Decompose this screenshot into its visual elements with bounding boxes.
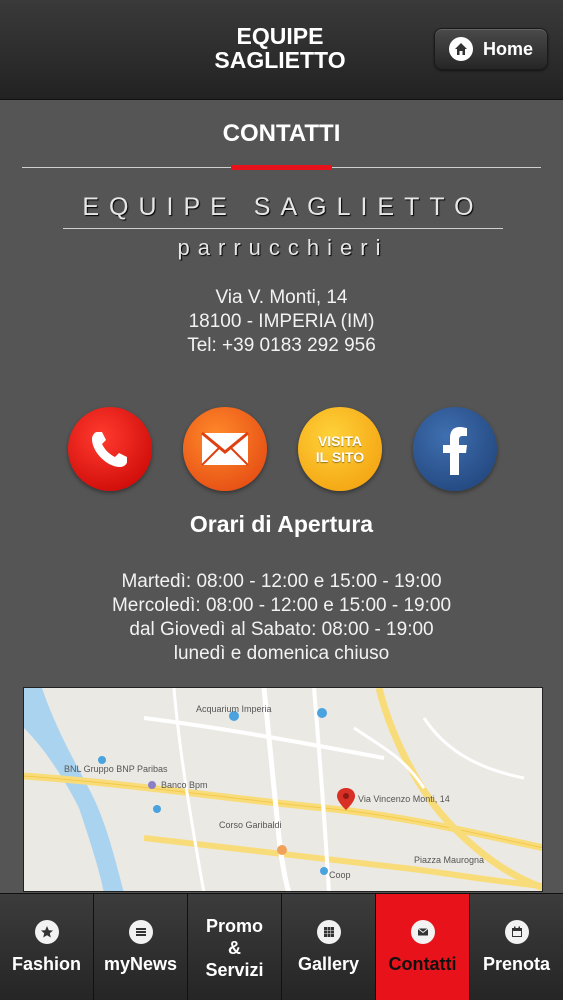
logo-sub-text: parrucchieri [177, 235, 389, 260]
hours-line: lunedì e domenica chiuso [173, 643, 390, 664]
opening-hours: Martedì: 08:00 - 12:00 e 15:00 - 19:00 M… [0, 570, 563, 666]
tab-prenota[interactable]: Prenota [470, 894, 563, 1000]
map-label: BNL Gruppo BNP Paribas [64, 764, 168, 774]
home-icon [448, 37, 473, 61]
calendar-icon [504, 920, 529, 944]
call-button[interactable] [68, 407, 152, 491]
grid-icon [316, 920, 341, 944]
logo-main-text: EQUIPE SAGLIETTO [82, 193, 484, 221]
tab-mynews[interactable]: myNews [94, 894, 188, 1000]
map-label: Corso Garibaldi [219, 820, 282, 830]
mail-icon [410, 920, 435, 944]
map-label: Banco Bpm [161, 780, 208, 790]
address-phone[interactable]: Tel: +39 0183 292 956 [0, 334, 563, 358]
home-button[interactable]: Home [434, 28, 548, 70]
address-city: 18100 - IMPERIA (IM) [188, 311, 375, 332]
map-label: Coop [329, 870, 351, 880]
app-title: EQUIPE SAGLIETTO [214, 23, 346, 73]
tab-gallery[interactable]: Gallery [282, 894, 376, 1000]
home-button-label: Home [482, 38, 533, 59]
list-icon [128, 920, 153, 944]
bottom-tab-bar: Fashion myNews Promo & Servizi Gallery C… [0, 893, 563, 1000]
email-button[interactable] [183, 407, 267, 491]
business-logo: EQUIPE SAGLIETTO parrucchieri [63, 193, 503, 261]
tab-contatti[interactable]: Contatti [376, 894, 470, 1000]
phone-icon [92, 432, 127, 467]
location-map[interactable]: Acquarium Imperia BNL Gruppo BNP Paribas… [23, 687, 543, 892]
opening-hours-title: Orari di Apertura [189, 511, 374, 537]
map-label: Via Vincenzo Monti, 14 [358, 794, 450, 804]
facebook-icon [443, 427, 467, 475]
page-title: CONTATTI [222, 120, 341, 147]
star-icon [34, 920, 59, 944]
hours-line: dal Giovedì al Sabato: 08:00 - 19:00 [129, 619, 434, 640]
address-block: Via V. Monti, 14 18100 - IMPERIA (IM) Te… [0, 286, 563, 358]
logo-divider [63, 228, 503, 229]
map-label: Piazza Maurogna [414, 855, 484, 865]
tab-label: Gallery [297, 954, 360, 974]
title-divider-accent [231, 165, 332, 170]
tab-label: Prenota [482, 954, 551, 974]
tab-label: myNews [103, 954, 178, 974]
map-label: Acquarium Imperia [196, 704, 272, 714]
tab-label: Promo & Servizi [205, 915, 264, 980]
hours-line: Martedì: 08:00 - 12:00 e 15:00 - 19:00 [121, 571, 442, 592]
tab-label: Fashion [11, 954, 81, 974]
tab-promo-servizi[interactable]: Promo & Servizi [188, 894, 282, 1000]
mail-icon [201, 431, 249, 466]
app-header: EQUIPE SAGLIETTO Home [0, 0, 563, 100]
website-button-label: VISITA IL SITO [315, 433, 365, 465]
address-street: Via V. Monti, 14 [215, 287, 348, 308]
website-button[interactable]: VISITA IL SITO [298, 407, 382, 491]
facebook-button[interactable] [413, 407, 497, 491]
tab-fashion[interactable]: Fashion [0, 894, 94, 1000]
tab-label: Contatti [388, 954, 457, 974]
hours-line: Mercoledì: 08:00 - 12:00 e 15:00 - 19:00 [111, 595, 452, 616]
